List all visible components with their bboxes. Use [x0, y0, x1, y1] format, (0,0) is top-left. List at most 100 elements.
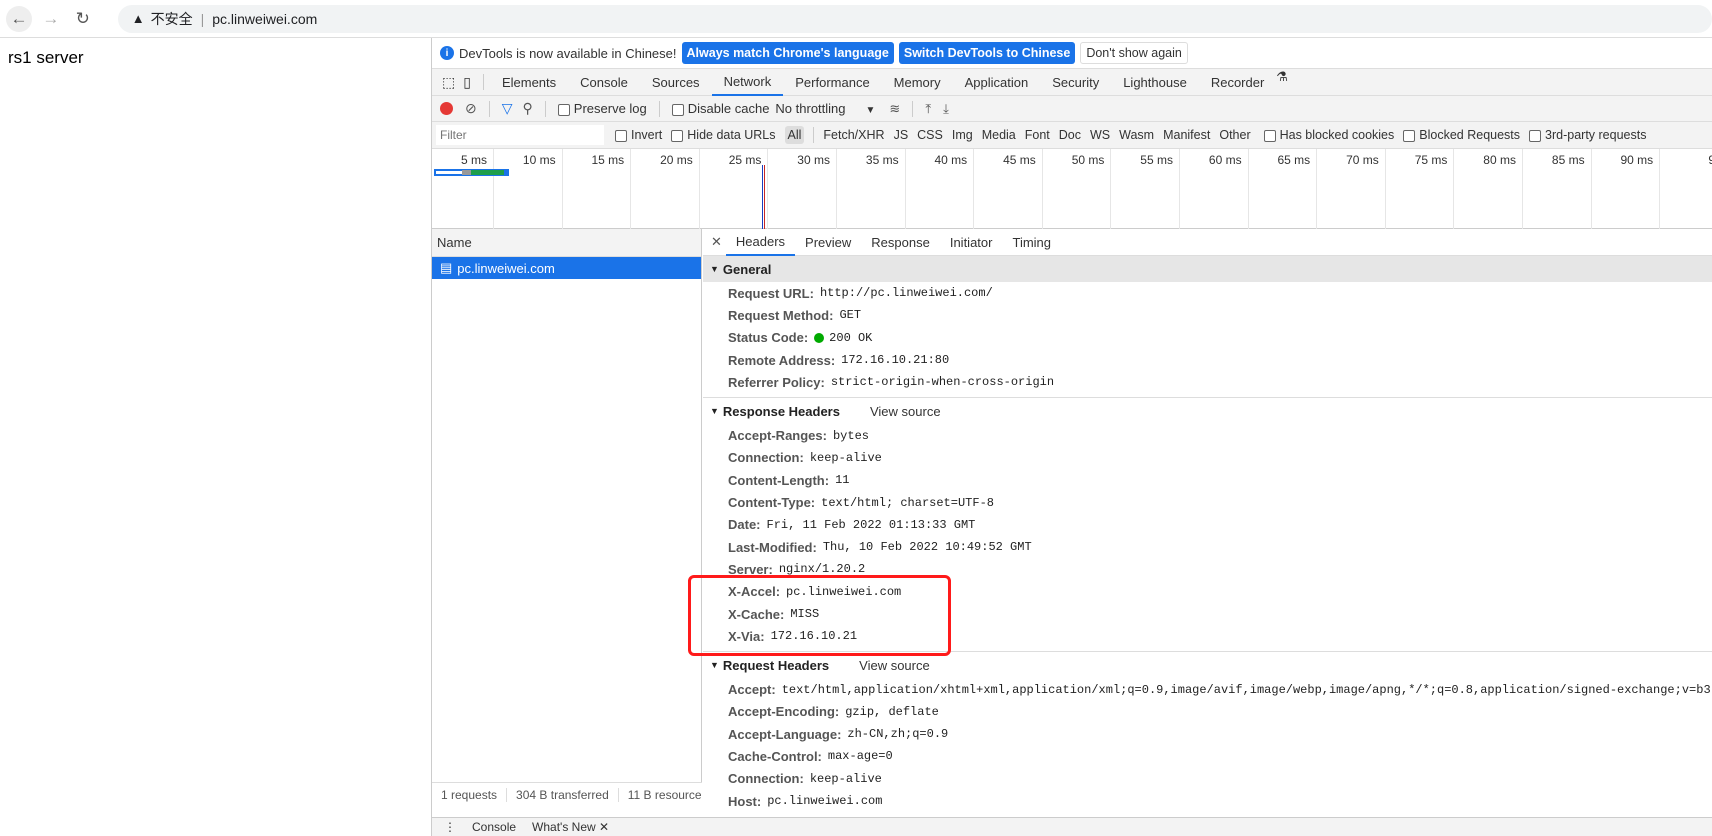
address-bar[interactable]: ▲ 不安全 | pc.linweiwei.com [117, 4, 1712, 33]
more-icon[interactable]: ⋮ [444, 820, 456, 834]
detail-tab-initiator[interactable]: Initiator [940, 229, 1003, 256]
header-value[interactable]: http://pc.linweiwei.com/ [820, 286, 993, 300]
third-party-checkbox[interactable]: 3rd-party requests [1529, 128, 1646, 142]
header-value[interactable]: pc.linweiwei.com [767, 794, 882, 807]
request-row[interactable]: ▤ pc.linweiwei.com [432, 257, 701, 279]
forward-button[interactable]: → [38, 6, 64, 32]
filter-type-font[interactable]: Font [1025, 128, 1050, 142]
network-toolbar: ⊘ ▽ ⚲ Preserve log Disable cache No thro… [432, 96, 1712, 122]
reload-button[interactable]: ↻ [70, 6, 96, 32]
filter-type-all[interactable]: All [784, 126, 805, 144]
export-har-icon[interactable]: ⤓ [943, 101, 949, 117]
header-value[interactable]: keep-alive [810, 772, 882, 786]
view-source-link[interactable]: View source [859, 658, 930, 673]
tab-elements[interactable]: Elements [490, 69, 568, 96]
filter-type-manifest[interactable]: Manifest [1163, 128, 1210, 142]
name-column-header[interactable]: Name [432, 229, 701, 257]
switch-chinese-button[interactable]: Switch DevTools to Chinese [898, 42, 1076, 64]
third-party-label: 3rd-party requests [1545, 128, 1647, 142]
timeline-tick: 80 ms [1454, 149, 1523, 229]
detail-tab-response[interactable]: Response [861, 229, 940, 256]
view-source-link[interactable]: View source [870, 404, 941, 419]
detail-tab-timing[interactable]: Timing [1002, 229, 1061, 256]
has-blocked-cookies-checkbox[interactable]: Has blocked cookies [1263, 128, 1394, 142]
record-icon[interactable] [440, 102, 453, 115]
header-value[interactable]: zh-CN,zh;q=0.9 [847, 727, 948, 741]
header-value[interactable]: 11 [835, 473, 849, 487]
filter-type-ws[interactable]: WS [1090, 128, 1110, 142]
search-icon[interactable]: ⚲ [523, 100, 533, 117]
warning-icon[interactable]: ▲ [132, 11, 145, 26]
header-value[interactable]: 200 OK [829, 331, 872, 345]
back-button[interactable]: ← [6, 5, 32, 32]
request-list: Name ▤ pc.linweiwei.com 1 requests 304 B… [432, 229, 702, 807]
tab-memory[interactable]: Memory [882, 69, 953, 96]
header-value[interactable]: keep-alive [810, 451, 882, 465]
timeline-overview[interactable]: 5 ms 10 ms 15 ms 20 ms 25 ms 30 ms 35 ms 40 ms 4… [432, 149, 1712, 229]
header-value[interactable]: GET [839, 308, 861, 322]
filter-type-img[interactable]: Img [952, 128, 973, 142]
filter-type-wasm[interactable]: Wasm [1119, 128, 1154, 142]
filter-type-doc[interactable]: Doc [1059, 128, 1081, 142]
security-label[interactable]: 不安全 [151, 9, 193, 29]
clear-icon[interactable]: ⊘ [465, 100, 477, 117]
section-title: Response Headers [722, 403, 840, 419]
match-language-button[interactable]: Always match Chrome's language [681, 42, 894, 64]
header-value[interactable]: max-age=0 [828, 749, 893, 763]
hide-data-urls-checkbox[interactable]: Hide data URLs [671, 128, 776, 142]
header-value[interactable]: Thu, 10 Feb 2022 10:49:52 GMT [823, 540, 1032, 554]
tab-network[interactable]: Network [711, 69, 784, 96]
network-conditions-icon[interactable]: ≋ [889, 101, 900, 117]
header-value[interactable]: text/html,application/xhtml+xml,applicat… [782, 683, 1712, 697]
header-name: Remote Address: [728, 352, 836, 368]
device-toolbar-icon[interactable]: ▯ [463, 74, 471, 91]
close-icon[interactable]: ✕ [711, 234, 722, 250]
infobar-message: DevTools is now available in Chinese! [459, 45, 677, 61]
general-section-header[interactable]: ▼ General [703, 256, 1712, 282]
tab-recorder[interactable]: Recorder [1199, 69, 1276, 96]
preserve-log-label: Preserve log [573, 101, 647, 116]
close-icon[interactable]: ✕ [599, 820, 609, 834]
disable-cache-label: Disable cache [687, 101, 770, 116]
tab-security[interactable]: Security [1040, 69, 1111, 96]
header-value[interactable]: Fri, 11 Feb 2022 01:13:33 GMT [767, 518, 976, 532]
dont-show-again-button[interactable]: Don't show again [1080, 42, 1188, 64]
url-text[interactable]: pc.linweiwei.com [212, 11, 317, 27]
blocked-requests-checkbox[interactable]: Blocked Requests [1403, 128, 1520, 142]
response-headers-section-header[interactable]: ▼ Response Headers View source [703, 398, 1712, 424]
header-value[interactable]: text/html; charset=UTF-8 [821, 496, 994, 510]
filter-type-fetchxhr[interactable]: Fetch/XHR [823, 128, 884, 142]
tab-lighthouse[interactable]: Lighthouse [1111, 69, 1199, 96]
filter-type-css[interactable]: CSS [917, 128, 943, 142]
filter-input[interactable] [436, 125, 604, 145]
filter-type-media[interactable]: Media [982, 128, 1016, 142]
invert-checkbox[interactable]: Invert [615, 128, 662, 142]
drawer-tab-whats-new[interactable]: What's New ✕ [532, 820, 609, 834]
header-value[interactable]: 172.16.10.21:80 [841, 353, 949, 367]
tab-application[interactable]: Application [953, 69, 1041, 96]
inspect-icon[interactable]: ⬚ [442, 74, 455, 91]
throttling-select[interactable]: No throttling ▼ [775, 101, 875, 116]
divider [912, 100, 914, 117]
tab-performance[interactable]: Performance [783, 69, 881, 96]
filter-type-js[interactable]: JS [894, 128, 909, 142]
detail-tab-headers[interactable]: Headers [725, 229, 796, 256]
header-value[interactable]: strict-origin-when-cross-origin [831, 375, 1054, 389]
request-headers-section-header[interactable]: ▼ Request Headers View source [703, 652, 1712, 678]
detail-tab-preview[interactable]: Preview [795, 229, 861, 256]
drawer-tab-console[interactable]: Console [472, 820, 516, 834]
preserve-log-checkbox[interactable]: Preserve log [557, 101, 647, 116]
header-value[interactable]: gzip, deflate [845, 705, 939, 719]
request-count: 1 requests [432, 788, 508, 802]
filter-icon[interactable]: ▽ [502, 100, 513, 117]
disable-cache-checkbox[interactable]: Disable cache [671, 101, 770, 116]
divider [482, 74, 484, 90]
import-har-icon[interactable]: ⤒ [925, 101, 931, 117]
filter-type-other[interactable]: Other [1219, 128, 1250, 142]
flask-icon: ⚗ [1276, 68, 1288, 84]
header-name: Referrer Policy: [728, 374, 825, 390]
header-value[interactable]: bytes [833, 429, 869, 443]
tab-sources[interactable]: Sources [640, 69, 712, 96]
tab-console[interactable]: Console [568, 69, 640, 96]
header-name: Content-Type: [728, 495, 816, 511]
